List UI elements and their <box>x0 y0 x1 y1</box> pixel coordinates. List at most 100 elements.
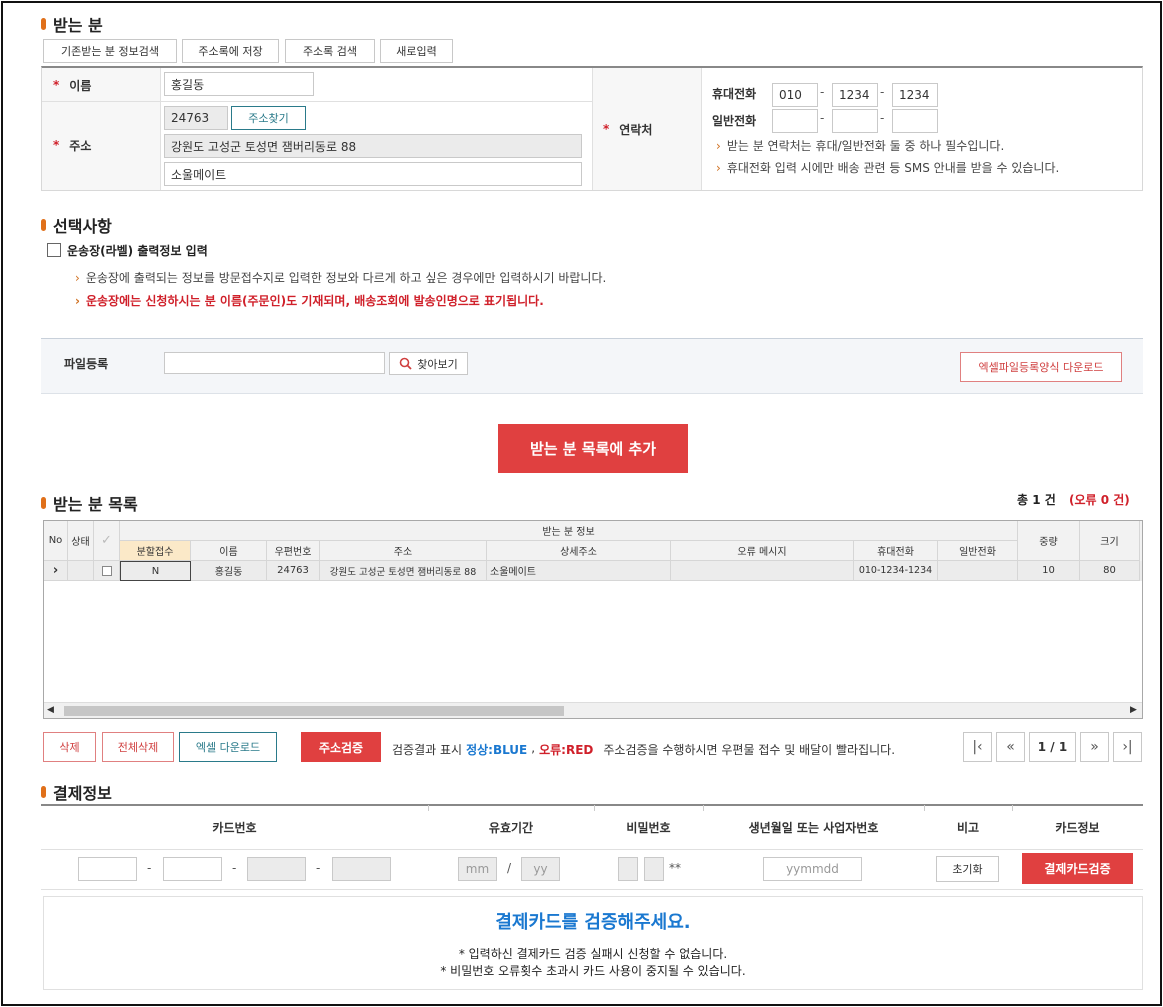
mobile-part1-input[interactable]: 010 <box>772 83 818 107</box>
payment-section-title: 결제정보 <box>41 780 112 804</box>
header-check-icon: ✓ <box>94 521 120 561</box>
header-remark: 비고 <box>956 820 980 835</box>
save-to-addressbook-button[interactable]: 주소록에 저장 <box>182 39 279 63</box>
expiry-year-input[interactable]: yy <box>521 857 560 881</box>
last-page-button[interactable]: ›| <box>1113 732 1142 762</box>
add-to-list-button[interactable]: 받는 분 목록에 추가 <box>498 424 688 473</box>
verify-normal-label: 정상:BLUE <box>466 743 528 757</box>
password-mask-text: ** <box>669 861 681 875</box>
password-digit2-input[interactable] <box>644 857 664 881</box>
row-name: 홍길동 <box>191 561 267 581</box>
name-label-text: 이름 <box>69 78 92 93</box>
recipient-grid: No 상태 ✓ 받는 분 정보 분할접수 이름 우편번호 주소 상세주소 오류 … <box>43 520 1143 719</box>
new-input-button[interactable]: 새로입력 <box>380 39 453 63</box>
row-split[interactable]: N <box>120 561 191 581</box>
verify-card-button[interactable]: 결제카드검증 <box>1022 853 1133 884</box>
phone-label: 일반전화 <box>712 113 757 128</box>
header-tick <box>703 805 704 811</box>
payment-row-divider <box>41 849 1143 850</box>
row-phone <box>938 561 1018 581</box>
row-postal: 24763 <box>267 561 320 581</box>
header-group: 받는 분 정보 <box>120 521 1018 541</box>
row-divider <box>42 101 592 102</box>
row-checkbox[interactable] <box>101 565 112 576</box>
address-label-text: 주소 <box>69 138 92 153</box>
list-total-count: 총 1 건 <box>1017 493 1056 507</box>
section-marker-icon <box>41 497 46 509</box>
address-line1-input[interactable]: 강원도 고성군 토성면 잼버리동로 88 <box>164 134 582 158</box>
excel-download-button[interactable]: 엑셀 다운로드 <box>179 732 277 762</box>
scroll-right-icon[interactable]: ▶ <box>1130 705 1137 715</box>
postal-code-input[interactable]: 24763 <box>164 106 228 130</box>
phone-part3-input[interactable] <box>892 109 938 133</box>
section-marker-icon <box>41 18 46 30</box>
phone-part1-input[interactable] <box>772 109 818 133</box>
contact-label-text: 연락처 <box>619 122 653 137</box>
file-path-input[interactable] <box>164 352 385 374</box>
header-birth-or-business: 생년월일 또는 사업자번호 <box>748 820 879 835</box>
name-input[interactable]: 홍길동 <box>164 72 314 96</box>
horizontal-scrollbar[interactable]: ◀ ▶ <box>44 702 1142 718</box>
row-address: 강원도 고성군 토성면 잼버리동로 88 <box>320 561 487 581</box>
header-tick <box>428 805 429 811</box>
header-detail-address: 상세주소 <box>487 541 671 561</box>
arrow-icon: › <box>75 294 80 308</box>
card-message-line-2: * 비밀번호 오류횟수 초과시 카드 사용이 중지될 수 있습니다. <box>440 964 746 978</box>
reset-card-button[interactable]: 초기화 <box>936 856 999 882</box>
search-addressbook-button[interactable]: 주소록 검색 <box>285 39 375 63</box>
delete-button[interactable]: 삭제 <box>43 732 96 762</box>
scrollbar-thumb[interactable] <box>64 706 564 716</box>
browse-file-button[interactable]: 찾아보기 <box>389 352 468 375</box>
scroll-left-icon[interactable]: ◀ <box>47 705 54 715</box>
address-line2-input[interactable]: 소울메이트 <box>164 162 582 186</box>
password-digit1-input[interactable] <box>618 857 638 881</box>
recipient-title-text: 받는 분 <box>53 16 103 35</box>
expiry-month-input[interactable]: mm <box>458 857 497 881</box>
dash-text: - <box>880 111 885 125</box>
card-message-line-1: * 입력하신 결제카드 검증 실패시 신청할 수 없습니다. <box>458 947 728 961</box>
label-info-checkbox[interactable] <box>47 243 61 257</box>
birth-date-input[interactable]: yymmdd <box>763 857 862 881</box>
delete-all-button[interactable]: 전체삭제 <box>102 732 174 762</box>
mobile-part2-input[interactable]: 1234 <box>832 83 878 107</box>
header-tick <box>924 805 925 811</box>
card-number-part1-input[interactable] <box>78 857 137 881</box>
options-section-title: 선택사항 <box>41 213 112 237</box>
verify-error-label: 오류:RED <box>539 743 594 757</box>
prev-page-button[interactable]: « <box>996 732 1025 762</box>
file-label: 파일등록 <box>64 357 109 371</box>
header-mobile: 휴대전화 <box>854 541 938 561</box>
header-tick <box>1012 805 1013 811</box>
contact-note-1-text: 받는 분 연락처는 휴대/일반전화 둘 중 하나 필수입니다. <box>726 139 1005 153</box>
card-number-part2-input[interactable] <box>163 857 222 881</box>
recipient-section-title: 받는 분 <box>41 12 103 36</box>
card-number-part4-input[interactable] <box>332 857 391 881</box>
required-mark: * <box>603 122 610 136</box>
first-page-button[interactable]: |‹ <box>963 732 992 762</box>
mobile-part3-input[interactable]: 1234 <box>892 83 938 107</box>
download-template-button[interactable]: 엑셀파일등록양식 다운로드 <box>960 352 1122 382</box>
dash-text: - <box>147 861 152 875</box>
phone-part2-input[interactable] <box>832 109 878 133</box>
section-marker-icon <box>41 219 46 231</box>
search-existing-recipient-button[interactable]: 기존받는 분 정보검색 <box>43 39 177 63</box>
options-note-1: › 운송장에 출력되는 정보를 방문접수지로 입력한 정보와 다르게 하고 싶은 … <box>75 269 606 286</box>
arrow-icon: › <box>716 161 721 175</box>
row-weight: 10 <box>1018 561 1080 581</box>
header-postal: 우편번호 <box>267 541 320 561</box>
find-address-button[interactable]: 주소찾기 <box>231 106 306 130</box>
contact-note-2-text: 휴대전화 입력 시에만 배송 관련 등 SMS 안내를 받을 수 있습니다. <box>726 161 1060 175</box>
card-number-part3-input[interactable] <box>247 857 306 881</box>
section-marker-icon <box>41 786 46 798</box>
row-detail-address: 소울메이트 <box>487 561 671 581</box>
row-pointer-icon: › <box>44 561 68 581</box>
arrow-icon: › <box>716 139 721 153</box>
options-note-1-text: 운송장에 출력되는 정보를 방문접수지로 입력한 정보와 다르게 하고 싶은 경… <box>85 271 607 285</box>
verify-address-button[interactable]: 주소검증 <box>301 732 381 762</box>
dash-text: - <box>232 861 237 875</box>
row-error-message <box>671 561 854 581</box>
header-weight: 중량 <box>1018 521 1080 561</box>
mobile-label: 휴대전화 <box>712 86 757 101</box>
next-page-button[interactable]: » <box>1080 732 1109 762</box>
header-expiry: 유효기간 <box>488 820 534 835</box>
